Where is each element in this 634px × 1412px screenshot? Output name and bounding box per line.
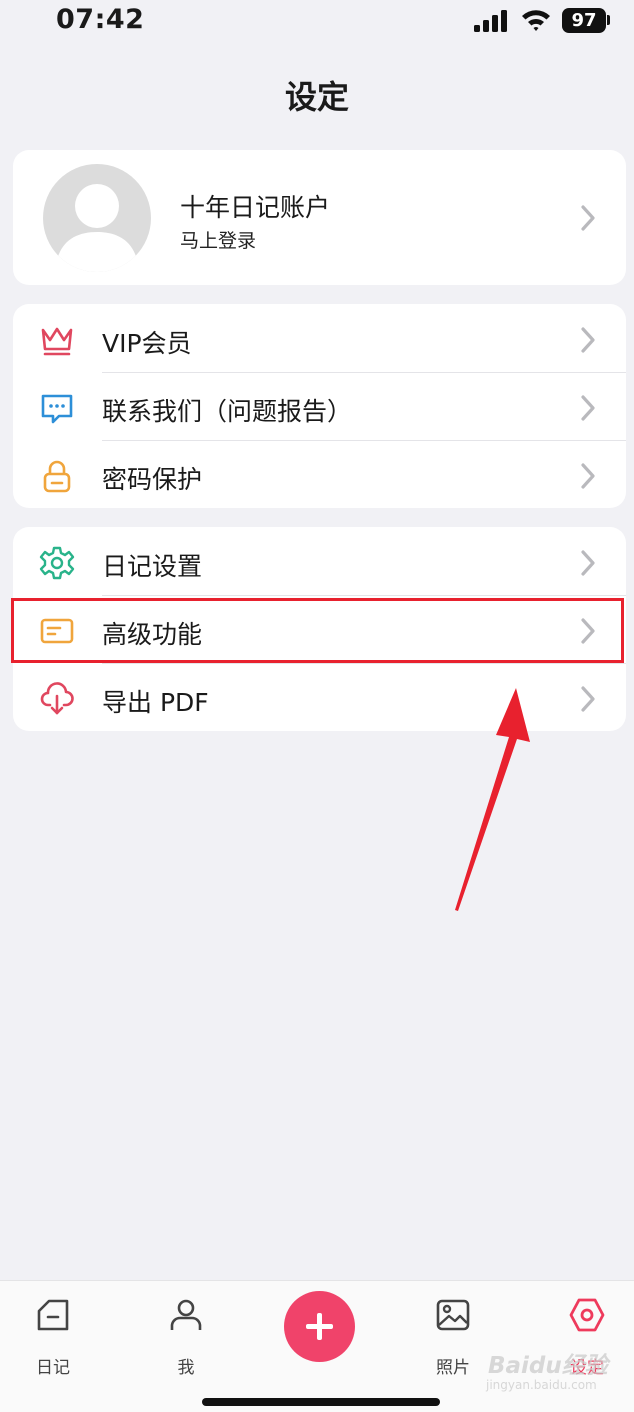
person-icon: [170, 1299, 202, 1330]
row-contact[interactable]: 联系我们（问题报告）: [13, 374, 626, 442]
chevron-right-icon: [581, 327, 595, 353]
tab-photos[interactable]: 照片: [413, 1295, 493, 1378]
chevron-right-icon: [581, 205, 595, 231]
watermark-url: jingyan.baidu.com: [486, 1378, 597, 1392]
tab-label: 日记: [36, 1358, 70, 1378]
row-label: 导出 PDF: [102, 688, 209, 717]
row-label: VIP会员: [102, 329, 192, 358]
divider: [102, 372, 626, 373]
settings-group-account: VIP会员 联系我们（问题报告） 密码保护: [13, 304, 626, 508]
page-title: 设定: [284, 78, 349, 116]
row-vip[interactable]: VIP会员: [13, 306, 626, 374]
divider: [102, 595, 626, 596]
divider: [102, 663, 626, 664]
chat-icon: [41, 394, 73, 424]
row-label: 密码保护: [102, 465, 203, 494]
diary-icon: [37, 1299, 69, 1331]
divider: [102, 440, 626, 441]
chevron-right-icon: [581, 463, 595, 489]
row-label: 联系我们（问题报告）: [102, 397, 353, 426]
battery-indicator: 97: [562, 8, 606, 33]
battery-cap: [607, 15, 610, 25]
lock-icon: [43, 460, 71, 493]
chevron-right-icon: [581, 550, 595, 576]
row-password[interactable]: 密码保护: [13, 442, 626, 510]
status-time: 07:42: [56, 4, 145, 35]
tab-diary[interactable]: 日记: [13, 1295, 93, 1378]
annotation-arrow: [455, 688, 530, 911]
row-label: 日记设置: [102, 552, 203, 581]
tab-label: 我: [177, 1358, 195, 1378]
watermark: Baidu经验 jingyan.baidu.com: [484, 1346, 624, 1396]
add-button[interactable]: [284, 1291, 355, 1362]
avatar: [43, 164, 151, 272]
gear-icon: [39, 546, 75, 580]
photo-icon: [436, 1299, 470, 1331]
login-prompt: 马上登录: [180, 230, 257, 252]
signal-icon: [474, 10, 507, 32]
watermark-main: Baidu经验: [488, 1353, 608, 1379]
wifi-icon: [522, 10, 550, 31]
highlight-box: [11, 598, 624, 663]
chevron-right-icon: [581, 395, 595, 421]
settings-hex-icon: [569, 1298, 605, 1332]
account-name: 十年日记账户: [180, 193, 331, 222]
account-card[interactable]: 十年日记账户 马上登录: [13, 150, 626, 285]
status-bar: 07:42 97: [0, 0, 634, 44]
crown-icon: [41, 327, 73, 356]
tab-me[interactable]: 我: [146, 1295, 226, 1378]
home-indicator: [202, 1398, 440, 1406]
row-diary-settings[interactable]: 日记设置: [13, 529, 626, 597]
chevron-right-icon: [581, 686, 595, 712]
cloud-download-icon: [40, 682, 74, 715]
tab-label: 照片: [436, 1358, 470, 1378]
